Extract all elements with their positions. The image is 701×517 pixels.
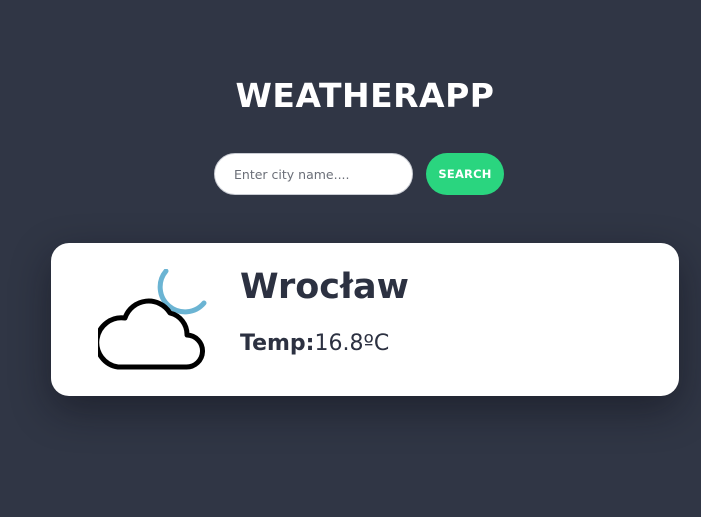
- temperature-label: Temp:: [240, 331, 315, 356]
- search-button[interactable]: SEARCH: [426, 153, 504, 195]
- app-title: WEATHERAPP: [235, 76, 495, 115]
- city-name: Wrocław: [240, 267, 409, 307]
- weather-card: Wrocław Temp:16.8ºC: [51, 243, 679, 396]
- search-form: SEARCH: [214, 153, 514, 195]
- temperature-value: 16.8ºC: [314, 331, 390, 356]
- temperature-line: Temp:16.8ºC: [240, 329, 389, 359]
- partly-cloudy-night-icon: [94, 268, 210, 373]
- city-search-input[interactable]: [214, 153, 413, 195]
